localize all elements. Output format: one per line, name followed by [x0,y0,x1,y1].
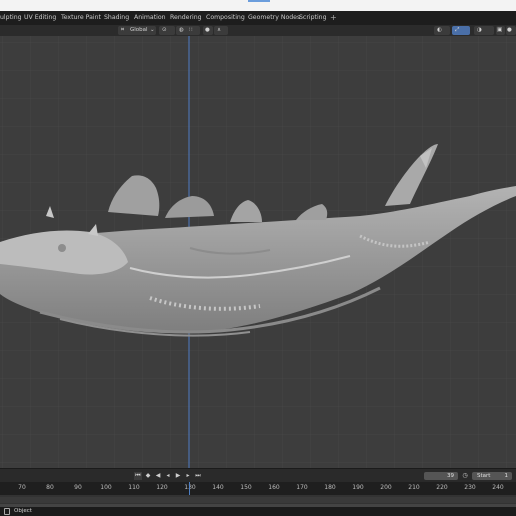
ruler-tick: 190 [352,484,364,491]
ruler-tick: 70 [18,484,26,491]
timeline-ruler[interactable]: 70 80 90 100 110 120 130 140 150 160 170… [0,482,516,495]
tab-sculpting[interactable]: ulpting [0,11,22,25]
falloff-icon: ∧ [217,27,222,33]
jump-to-start-button[interactable]: ⏮ [134,472,142,480]
jump-end-icon: ⏭ [195,472,201,479]
viewport-canvas [0,36,516,468]
xray-icon: ▣ [497,27,503,33]
gizmo-icon: ⤢ [455,27,460,33]
magnet-icon: ◍ [179,27,184,33]
ruler-tick: 130 [184,484,196,491]
ruler-tick: 220 [436,484,448,491]
ruler-tick: 120 [156,484,168,491]
start-value: 1 [504,473,509,479]
jump-start-icon: ⏮ [135,472,141,479]
clock-icon[interactable]: ◷ [461,472,469,480]
visibility-dropdown[interactable]: ◐ [434,26,450,35]
ruler-tick: 100 [100,484,112,491]
step-forward-button[interactable]: ▸ [184,472,192,480]
shading-solid-button[interactable]: ● [506,26,516,35]
status-bar: Object [0,507,516,516]
ruler-tick: 160 [268,484,280,491]
transform-orientation-dropdown[interactable]: ⌗ Global ⌄ [118,26,156,35]
step-back-icon: ◂ [166,472,170,479]
3d-viewport[interactable] [0,36,516,468]
tab-rendering[interactable]: Rendering [170,11,202,25]
tab-scripting[interactable]: Scripting [299,11,327,25]
start-label: Start [477,473,491,479]
xray-toggle[interactable]: ▣ [496,26,505,35]
snap-target-icon: ∷ [189,27,193,33]
pivot-point-dropdown[interactable]: ⊙ [159,26,175,35]
playback-controls: ⏮ ◆ ◀ ◂ ▶ ▸ ⏭ 39 ◷ Start 1 [0,468,516,482]
add-workspace-button[interactable]: + [330,11,337,25]
ruler-tick: 210 [408,484,420,491]
status-mode-label: Object [14,508,32,514]
ruler-tick: 150 [240,484,252,491]
keyframe-back-icon: ◆ [145,472,151,479]
ruler-tick: 180 [324,484,336,491]
current-frame-field[interactable]: 39 [424,472,458,480]
browser-indicator [248,0,270,2]
falloff-dropdown[interactable]: ∧ [214,26,228,35]
proportional-editing-toggle[interactable]: ● [203,26,213,35]
orientation-label: Global [130,27,148,33]
tab-texture-paint[interactable]: Texture Paint [61,11,101,25]
orientation-icon: ⌗ [121,27,125,33]
ruler-tick: 170 [296,484,308,491]
gizmo-toggle[interactable]: ⤢ [452,26,470,35]
ruler-tick: 140 [212,484,224,491]
tab-animation[interactable]: Animation [134,11,166,25]
play-button[interactable]: ▶ [174,472,182,480]
tab-uv-editing[interactable]: UV Editing [24,11,56,25]
solid-sphere-icon: ● [507,27,512,33]
overlays-toggle[interactable]: ◑ [474,26,494,35]
jump-to-end-button[interactable]: ⏭ [194,472,202,480]
tab-compositing[interactable]: Compositing [206,11,245,25]
play-reverse-button[interactable]: ◀ [154,472,162,480]
timeline-playhead[interactable] [189,482,190,495]
mouse-icon [4,508,10,515]
play-icon: ▶ [175,472,181,479]
ruler-tick: 90 [74,484,82,491]
viewport-header: ⌗ Global ⌄ ⊙ ◍ ∷ ● ∧ ◐ ⤢ ◑ ▣ ● [0,25,516,36]
ruler-tick: 110 [128,484,140,491]
chevron-down-icon: ⌄ [150,27,155,33]
ruler-tick: 240 [492,484,504,491]
ruler-tick: 230 [464,484,476,491]
step-forward-icon: ▸ [186,472,190,479]
timeline-frame-band [0,497,516,503]
ruler-tick: 200 [380,484,392,491]
play-reverse-icon: ◀ [155,472,161,479]
pivot-icon: ⊙ [162,27,167,33]
ruler-tick: 80 [46,484,54,491]
tab-geometry-nodes[interactable]: Geometry Nodes [248,11,300,25]
overlays-icon: ◑ [477,27,482,33]
jump-to-keyframe-back-button[interactable]: ◆ [144,472,152,480]
proportional-icon: ● [205,27,210,33]
eye-icon: ◐ [437,27,442,33]
browser-top-strip [0,0,516,11]
start-frame-field[interactable]: Start 1 [472,472,512,480]
step-back-button[interactable]: ◂ [164,472,172,480]
tab-shading[interactable]: Shading [104,11,129,25]
snapping-toggle[interactable]: ◍ ∷ [176,26,200,35]
workspace-tab-bar: ulpting UV Editing Texture Paint Shading… [0,11,516,25]
